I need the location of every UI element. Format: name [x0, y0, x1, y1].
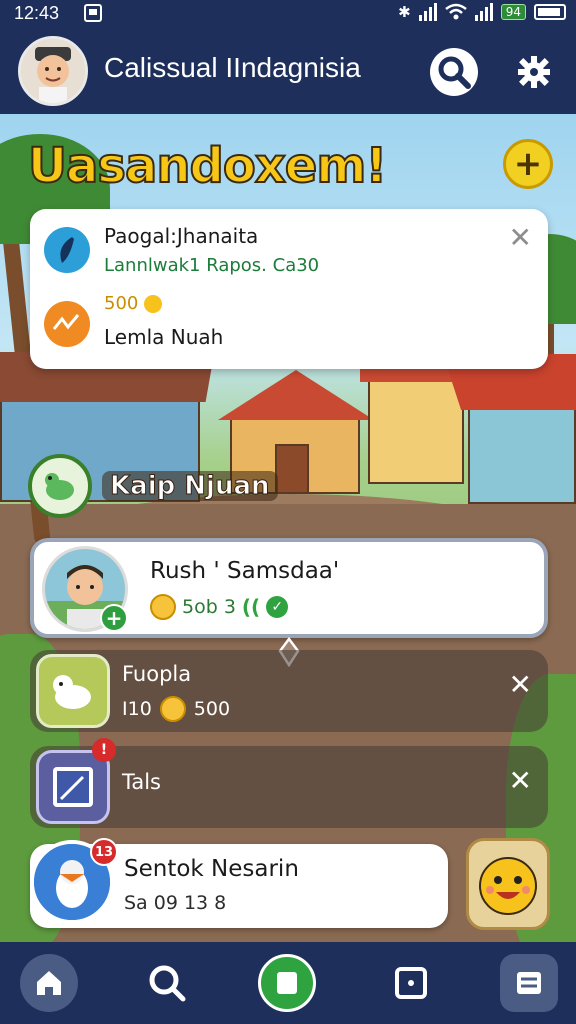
- wifi-icon: [444, 3, 467, 20]
- quest-row[interactable]: ! Tals ✕: [30, 738, 548, 828]
- house-right: [468, 404, 576, 504]
- chart-wave-icon: [52, 314, 80, 330]
- notification-count-badge: 13: [90, 838, 118, 866]
- player-card[interactable]: 13 Sentok Nesarin Sa 09 13 8: [30, 838, 448, 928]
- bottom-navigation: [0, 942, 576, 1024]
- game-scene[interactable]: Uasandoxem! + Paogal:Jhanaita Lannlwak1 …: [0, 114, 576, 942]
- quest-row-title: Fuopla: [122, 662, 192, 686]
- alert-badge: !: [92, 738, 116, 762]
- puppy-thumbnail: [36, 654, 110, 728]
- close-icon: ✕: [508, 221, 532, 254]
- search-icon: [438, 56, 471, 89]
- nav-home-button[interactable]: [20, 954, 78, 1012]
- app-icon-blue: [44, 227, 90, 273]
- cat-face-icon: [150, 594, 176, 620]
- notification-title: Paogal:Jhanaita: [104, 224, 259, 248]
- quest-row-title: Tals: [122, 770, 161, 794]
- coin-icon: [144, 295, 163, 313]
- book-icon: [277, 972, 297, 994]
- settings-button[interactable]: [510, 48, 558, 96]
- menu-grid-icon: [517, 972, 541, 994]
- status-bar: 12:43 ✱ 94: [0, 0, 576, 28]
- quest-label[interactable]: Kaip Njuan: [28, 454, 278, 518]
- gear-icon: [518, 56, 550, 88]
- nav-square-button[interactable]: [382, 954, 440, 1012]
- home-icon: [37, 971, 61, 995]
- notification-card[interactable]: Paogal:Jhanaita Lannlwak1 Rapos. Ca30 50…: [30, 209, 548, 369]
- notification-subtitle: Lannlwak1 Rapos. Ca30: [104, 255, 320, 276]
- yellow-mascot-icon: [479, 857, 537, 915]
- quest-row-meta: I10 500: [122, 696, 230, 722]
- nav-book-button[interactable]: [258, 954, 316, 1012]
- plus-icon: +: [105, 606, 123, 630]
- app-icon-orange: [44, 301, 90, 347]
- man-avatar-icon: [21, 39, 85, 103]
- plus-icon: +: [513, 144, 543, 184]
- notification-name: Lemla Nuah: [104, 325, 224, 349]
- battery-icon: [534, 4, 566, 20]
- house-yellow: [368, 376, 464, 484]
- dino-quest-icon: [28, 454, 92, 518]
- signal-icon: [418, 3, 437, 21]
- friend-card[interactable]: + Rush ' Samsdaa' 5ob 3 (( ✓: [30, 538, 548, 638]
- bluetooth-icon: ✱: [398, 3, 411, 21]
- player-subtitle: Sa 09 13 8: [124, 892, 227, 914]
- quest-label-text: Kaip Njuan: [102, 471, 278, 502]
- mascot-button[interactable]: [466, 838, 550, 930]
- quest-row-meta-left: I10: [122, 698, 152, 720]
- notification-coins: 500: [104, 293, 163, 314]
- close-quest-button[interactable]: ✕: [509, 668, 532, 701]
- close-icon: ✕: [508, 764, 532, 797]
- close-notification-button[interactable]: ✕: [509, 221, 532, 254]
- profile-avatar[interactable]: [18, 36, 88, 106]
- status-time: 12:43: [14, 3, 60, 23]
- nav-menu-button[interactable]: [500, 954, 558, 1012]
- battery-percent: 94: [500, 4, 526, 20]
- add-button[interactable]: +: [503, 139, 553, 189]
- signal-wave-icon: ((: [241, 595, 261, 619]
- add-friend-button[interactable]: +: [100, 604, 128, 632]
- close-icon: ✕: [508, 668, 532, 701]
- status-icons: ✱ 94: [398, 3, 566, 21]
- smiley-icon: [159, 696, 186, 722]
- roof-center: [218, 370, 374, 420]
- search-button[interactable]: [430, 48, 478, 96]
- nav-search-button[interactable]: [138, 954, 196, 1012]
- close-quest-button[interactable]: ✕: [509, 764, 532, 797]
- house-door: [275, 444, 309, 494]
- app-header: Calissual IIndagnisia: [0, 28, 576, 114]
- quest-row-meta-right: 500: [193, 698, 231, 720]
- search-icon: [149, 965, 186, 1002]
- quest-row[interactable]: Fuopla I10 500 ✕: [30, 650, 548, 732]
- coins-value: 500: [104, 293, 139, 314]
- check-icon: ✓: [266, 596, 289, 618]
- sim-card-icon: [84, 4, 102, 22]
- event-headline: Uasandoxem!: [27, 137, 388, 195]
- friend-name: Rush ' Samsdaa': [150, 558, 340, 584]
- friend-meta: 5ob 3 (( ✓: [150, 594, 289, 620]
- friend-meta-text: 5ob 3: [182, 596, 236, 618]
- app-title: Calissual IIndagnisia: [104, 52, 361, 83]
- swoosh-icon: [60, 237, 74, 263]
- player-name: Sentok Nesarin: [124, 856, 299, 882]
- square-icon: [395, 967, 427, 999]
- signal-icon-2: [474, 3, 493, 21]
